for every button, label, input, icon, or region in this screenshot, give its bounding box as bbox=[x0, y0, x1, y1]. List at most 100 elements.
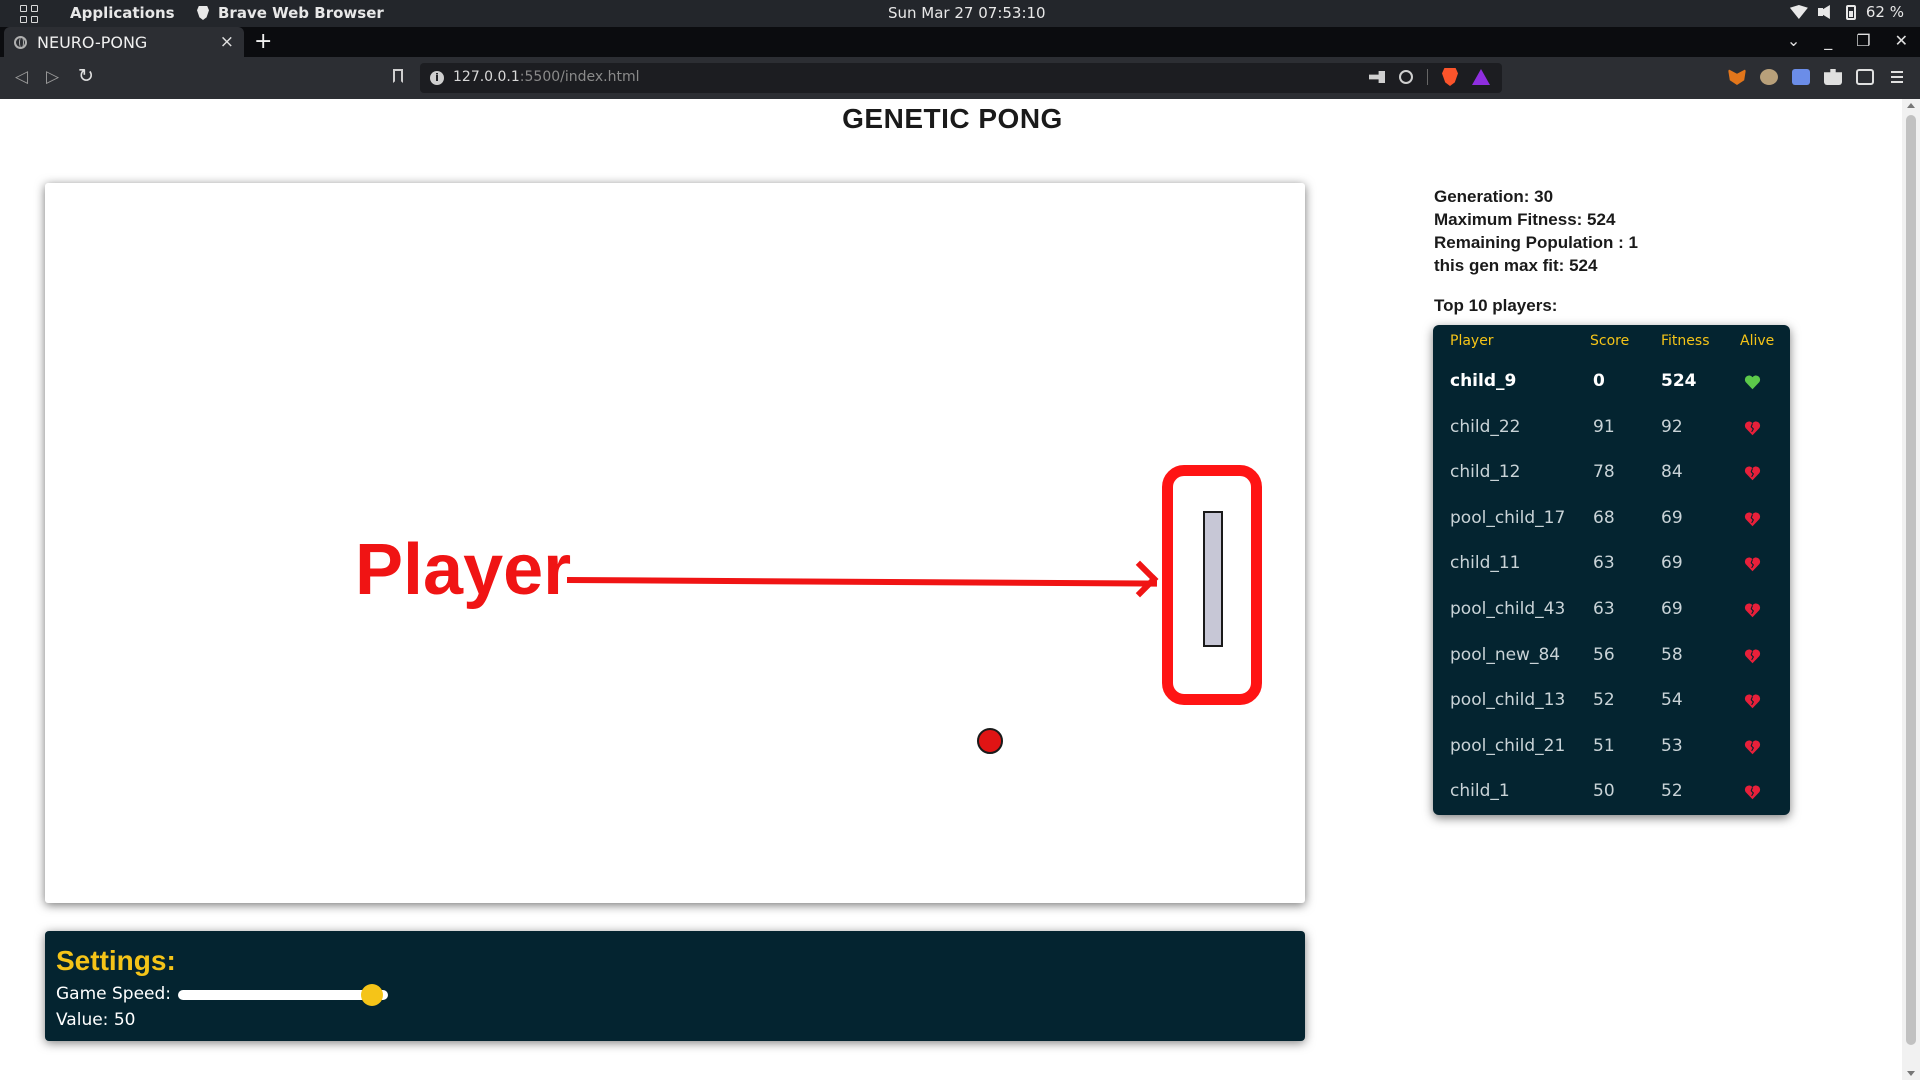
broken-heart-icon bbox=[1743, 648, 1762, 665]
window-close-icon[interactable]: ✕ bbox=[1895, 31, 1908, 50]
system-tray[interactable]: 62 % bbox=[1789, 3, 1904, 21]
scroll-up-icon[interactable] bbox=[1907, 103, 1915, 108]
annotation-arrow bbox=[566, 577, 1158, 587]
leaderboard-row: pool_child_43 63 69 bbox=[1433, 587, 1790, 632]
active-app-label[interactable]: Brave Web Browser bbox=[218, 4, 384, 22]
annotation-arrow-head bbox=[1121, 560, 1159, 598]
gen-max-fit-stat: this gen max fit: 524 bbox=[1434, 256, 1598, 275]
player-name: child_12 bbox=[1450, 462, 1521, 483]
player-fitness: 69 bbox=[1661, 507, 1683, 528]
player-fitness: 69 bbox=[1661, 553, 1683, 574]
leaderboard-row: child_12 78 84 bbox=[1433, 450, 1790, 495]
bookmark-icon[interactable] bbox=[393, 69, 403, 83]
player-name: pool_child_21 bbox=[1450, 735, 1566, 756]
tab-neuro-pong[interactable]: NEURO-PONG × bbox=[4, 27, 244, 57]
player-fitness: 524 bbox=[1661, 371, 1697, 391]
game-speed-value: Value: 50 bbox=[56, 1010, 136, 1030]
wallet-icon[interactable] bbox=[1856, 69, 1874, 85]
player-score: 56 bbox=[1593, 644, 1615, 665]
player-name: child_11 bbox=[1450, 553, 1521, 574]
browser-tab-strip: NEURO-PONG × + ⌄ _ ❐ ✕ bbox=[0, 27, 1920, 57]
key-icon[interactable] bbox=[1369, 71, 1385, 83]
menu-icon[interactable] bbox=[1888, 69, 1906, 85]
wifi-icon[interactable] bbox=[1789, 5, 1808, 19]
broken-heart-icon bbox=[1743, 784, 1762, 801]
player-name: child_9 bbox=[1450, 371, 1517, 391]
player-name: pool_child_13 bbox=[1450, 690, 1566, 711]
player-name: child_22 bbox=[1450, 416, 1521, 437]
extension-icons bbox=[1728, 69, 1906, 85]
address-bar[interactable]: i 127.0.0.1:5500/index.html bbox=[420, 63, 1502, 93]
leaderboard-row: pool_child_13 52 54 bbox=[1433, 678, 1790, 723]
green-heart-icon bbox=[1743, 374, 1762, 391]
player-score: 91 bbox=[1593, 416, 1615, 437]
brave-shields-icon[interactable] bbox=[1442, 68, 1458, 86]
apps-grid-icon[interactable] bbox=[20, 5, 38, 23]
broken-heart-icon bbox=[1743, 739, 1762, 756]
restore-icon[interactable]: ❐ bbox=[1856, 31, 1870, 50]
player-fitness: 84 bbox=[1661, 462, 1683, 483]
broken-heart-icon bbox=[1743, 511, 1762, 528]
scrollbar-thumb[interactable] bbox=[1906, 115, 1916, 1045]
leaderboard-header: Player Score Fitness Alive bbox=[1433, 333, 1790, 353]
system-clock[interactable]: Sun Mar 27 07:53:10 bbox=[888, 4, 1046, 22]
broken-heart-icon bbox=[1743, 420, 1762, 437]
settings-heading: Settings: bbox=[56, 945, 176, 976]
player-fitness: 54 bbox=[1661, 690, 1683, 711]
extensions-puzzle-icon[interactable] bbox=[1824, 69, 1842, 85]
zoom-icon[interactable] bbox=[1399, 70, 1413, 84]
reload-button[interactable]: ↻ bbox=[78, 65, 94, 87]
ball bbox=[977, 728, 1003, 754]
volume-icon[interactable] bbox=[1817, 5, 1836, 19]
player-name: child_1 bbox=[1450, 781, 1510, 802]
player-score: 63 bbox=[1593, 553, 1615, 574]
page-scrollbar[interactable] bbox=[1902, 99, 1920, 1080]
forward-button[interactable]: ▷ bbox=[46, 67, 59, 87]
back-button[interactable]: ◁ bbox=[15, 67, 28, 87]
game-speed-slider[interactable] bbox=[178, 984, 388, 1006]
player-fitness: 92 bbox=[1661, 416, 1683, 437]
page-title: GENETIC PONG bbox=[842, 103, 1063, 134]
scroll-down-icon[interactable] bbox=[1907, 1071, 1915, 1076]
player-score: 78 bbox=[1593, 462, 1615, 483]
translate-icon[interactable] bbox=[1792, 69, 1810, 85]
header-fitness: Fitness bbox=[1661, 333, 1710, 349]
leaderboard-row: pool_new_84 56 58 bbox=[1433, 633, 1790, 678]
tab-search-icon[interactable]: ⌄ bbox=[1787, 31, 1800, 50]
url-host: 127.0.0.1 bbox=[453, 69, 520, 85]
max-fitness-stat: Maximum Fitness: 524 bbox=[1434, 210, 1616, 229]
player-score: 52 bbox=[1593, 690, 1615, 711]
new-tab-button[interactable]: + bbox=[254, 29, 272, 55]
generation-stat: Generation: 30 bbox=[1434, 187, 1554, 206]
player-name: pool_new_84 bbox=[1450, 644, 1561, 665]
browser-toolbar: ◁ ▷ ↻ i 127.0.0.1:5500/index.html bbox=[0, 57, 1920, 99]
settings-panel: Settings: Game Speed: Value: 50 bbox=[45, 931, 1305, 1041]
site-info-icon[interactable]: i bbox=[430, 71, 444, 85]
broken-heart-icon bbox=[1743, 693, 1762, 710]
game-canvas[interactable]: Player bbox=[45, 183, 1305, 903]
slider-thumb[interactable] bbox=[361, 984, 384, 1006]
leaderboard-row: child_9 0 524 bbox=[1433, 359, 1790, 404]
leaderboard-row: child_1 50 52 bbox=[1433, 769, 1790, 814]
leaderboard-row: pool_child_17 68 69 bbox=[1433, 496, 1790, 541]
brave-app-icon bbox=[197, 6, 209, 20]
extension-dog-icon[interactable] bbox=[1760, 69, 1778, 85]
broken-heart-icon bbox=[1743, 465, 1762, 482]
stats-panel: Generation: 30 Maximum Fitness: 524 Rema… bbox=[1434, 185, 1638, 277]
player-fitness: 58 bbox=[1661, 644, 1683, 665]
brave-rewards-icon[interactable] bbox=[1472, 69, 1490, 85]
leaderboard-row: pool_child_21 51 53 bbox=[1433, 724, 1790, 769]
tab-close-icon[interactable]: × bbox=[220, 32, 234, 52]
leaderboard-label: Top 10 players: bbox=[1434, 296, 1558, 315]
player-fitness: 53 bbox=[1661, 735, 1683, 756]
player-score: 0 bbox=[1593, 371, 1605, 391]
player-score: 50 bbox=[1593, 781, 1615, 802]
battery-icon[interactable] bbox=[1845, 4, 1856, 20]
minimize-icon[interactable]: _ bbox=[1824, 31, 1832, 50]
globe-icon bbox=[14, 35, 27, 49]
page-content: GENETIC PONG Player Settings: Game Speed… bbox=[0, 99, 1902, 1080]
annotation-player-label: Player bbox=[355, 530, 572, 610]
url-text[interactable]: 127.0.0.1:5500/index.html bbox=[453, 69, 640, 85]
applications-menu[interactable]: Applications bbox=[70, 4, 175, 22]
metamask-icon[interactable] bbox=[1728, 69, 1746, 85]
